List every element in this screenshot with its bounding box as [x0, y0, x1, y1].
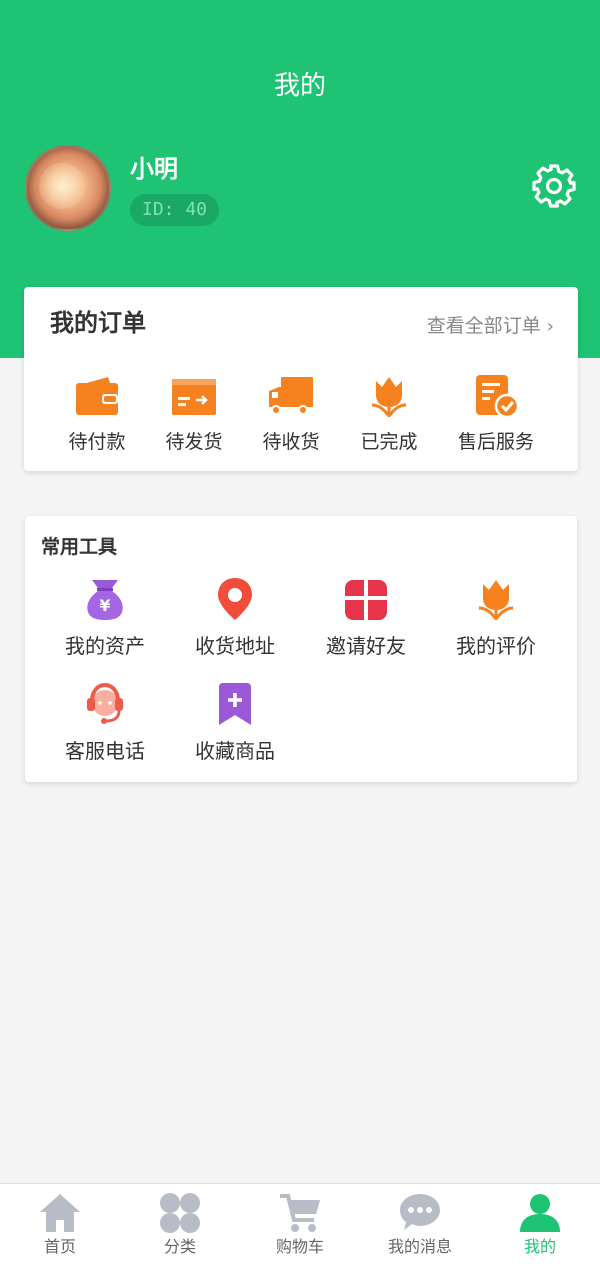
order-label-completed: 已完成	[360, 431, 418, 453]
tool-label-customer-service: 客服电话	[65, 739, 145, 763]
headset-icon	[87, 682, 123, 724]
view-all-orders-link[interactable]: 查看全部订单 ›	[427, 313, 554, 340]
tool-label-favorites: 收藏商品	[195, 739, 275, 763]
tab-messages[interactable]: 我的消息	[360, 1192, 480, 1264]
gear-icon[interactable]	[530, 162, 578, 210]
chevron-right-icon: ›	[546, 316, 554, 337]
tool-favorites[interactable]: 收藏商品	[170, 681, 300, 771]
page-title: 我的	[273, 71, 326, 101]
tulip-icon	[371, 377, 407, 417]
order-completed[interactable]: 已完成	[339, 373, 439, 459]
order-label-pending-receipt: 待收货	[262, 431, 320, 453]
person-icon	[520, 1194, 560, 1232]
wallet-icon	[76, 377, 118, 415]
tool-label-invite-friends: 邀请好友	[326, 634, 406, 658]
location-pin-icon	[218, 578, 252, 620]
tab-label-profile: 我的	[523, 1237, 556, 1256]
user-id-badge: ID: 40	[130, 194, 220, 226]
my-orders-card: 我的订单 查看全部订单 › 待付款 待发货 待收货 已完成 售后服务	[24, 287, 578, 471]
cart-icon	[280, 1194, 320, 1232]
tool-label-my-reviews: 我的评价	[456, 634, 536, 658]
tab-label-cart: 购物车	[275, 1237, 324, 1256]
tab-profile[interactable]: 我的	[480, 1192, 600, 1264]
order-pending-receipt[interactable]: 待收货	[241, 373, 341, 459]
svg-text:¥: ¥	[99, 596, 110, 615]
avatar[interactable]	[25, 145, 111, 231]
tab-label-category: 分类	[163, 1237, 196, 1256]
tool-my-assets[interactable]: ¥ 我的资产	[40, 576, 170, 666]
home-icon	[40, 1194, 80, 1232]
tab-category[interactable]: 分类	[120, 1192, 240, 1264]
tulip-icon	[478, 580, 514, 620]
tool-customer-service[interactable]: 客服电话	[40, 681, 170, 771]
truck-icon	[269, 377, 313, 415]
order-label-pending-payment: 待付款	[68, 431, 126, 453]
tool-invite-friends[interactable]: 邀请好友	[301, 576, 431, 666]
order-pending-shipment[interactable]: 待发货	[144, 373, 244, 459]
order-label-after-sales: 售后服务	[457, 431, 534, 453]
order-label-pending-shipment: 待发货	[165, 431, 223, 453]
user-name: 小明	[130, 155, 178, 183]
tool-my-reviews[interactable]: 我的评价	[431, 576, 561, 666]
order-after-sales[interactable]: 售后服务	[446, 373, 546, 459]
gift-icon	[345, 580, 387, 620]
order-pending-payment[interactable]: 待付款	[47, 373, 147, 459]
category-icon	[160, 1193, 200, 1233]
tab-label-home: 首页	[43, 1237, 76, 1256]
document-check-icon	[476, 375, 520, 419]
bookmark-plus-icon	[219, 683, 251, 725]
tab-label-messages: 我的消息	[387, 1237, 452, 1256]
view-all-orders-label: 查看全部订单	[426, 315, 541, 337]
tools-title: 常用工具	[41, 536, 118, 558]
tab-home[interactable]: 首页	[0, 1192, 120, 1264]
orders-title: 我的订单	[50, 309, 146, 337]
chat-icon	[400, 1194, 440, 1230]
tool-label-shipping-address: 收货地址	[195, 634, 275, 658]
tool-shipping-address[interactable]: 收货地址	[170, 576, 300, 666]
shipping-box-icon	[172, 379, 216, 415]
tool-label-my-assets: 我的资产	[65, 634, 145, 658]
bottom-tab-bar: 首页 分类 购物车 我的消息 我的	[0, 1183, 600, 1267]
money-bag-icon: ¥	[87, 580, 123, 620]
common-tools-card: 常用工具 ¥ 我的资产 收货地址 邀请好友 我的评价 客服电话 收藏商品	[25, 516, 577, 782]
tab-cart[interactable]: 购物车	[240, 1192, 360, 1264]
